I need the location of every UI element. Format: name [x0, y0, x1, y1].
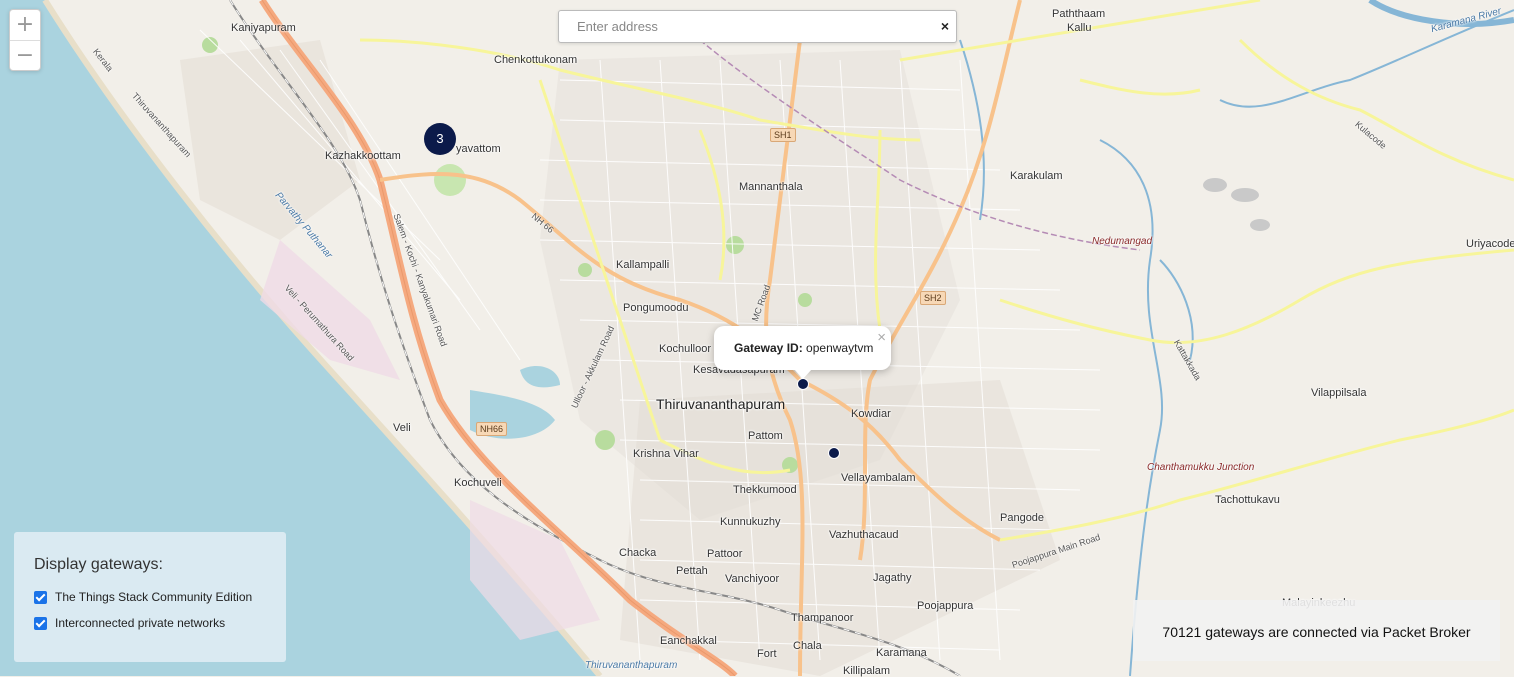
place-label: Paththaam	[1052, 8, 1106, 20]
zoom-control: + −	[9, 9, 41, 71]
place-label: Killipalam	[843, 665, 891, 677]
place-label: Chala	[793, 640, 822, 652]
place-label: Kochuveli	[454, 477, 502, 489]
place-label: Kazhakkoottam	[325, 150, 401, 162]
place-label: Jagathy	[873, 572, 912, 584]
place-label: Nedumangad	[1092, 236, 1153, 247]
address-search: ×	[558, 10, 957, 43]
place-label: Kowdiar	[851, 408, 891, 420]
filter-option-label: The Things Stack Community Edition	[55, 590, 253, 604]
place-label: Kunnukuzhy	[720, 516, 781, 528]
address-search-input[interactable]	[575, 11, 939, 42]
place-label: Veli	[393, 422, 411, 434]
place-label: Chacka	[619, 547, 657, 559]
gateway-count-text: 70121 gateways are connected via Packet …	[1162, 624, 1471, 640]
place-label: Pattom	[748, 430, 783, 442]
place-label: Chenkottukonam	[494, 54, 578, 66]
place-label: Thampanoor	[791, 612, 854, 624]
place-label: Tachottukavu	[1215, 494, 1280, 506]
checkbox-checked-icon[interactable]	[34, 590, 47, 604]
gateway-marker[interactable]	[828, 447, 840, 459]
place-label: Vanchiyoor	[725, 573, 780, 585]
place-label: Kallampalli	[616, 259, 670, 271]
place-label: Karakulam	[1010, 170, 1063, 182]
place-label: Krishna Vihar	[633, 448, 699, 460]
place-label: Kaniyapuram	[231, 22, 296, 34]
gateway-popup-content: Gateway ID: openwaytvm	[734, 341, 873, 355]
gateway-id-label: Gateway ID:	[734, 341, 803, 355]
place-label-city: Thiruvananthapuram	[656, 396, 786, 412]
filter-option-label: Interconnected private networks	[55, 616, 226, 630]
gateway-id-value: openwaytvm	[806, 341, 874, 355]
place-label: Vellayambalam	[841, 472, 916, 484]
place-label: Poojappura	[917, 600, 974, 612]
checkbox-checked-icon[interactable]	[34, 616, 47, 630]
zoom-out-button[interactable]: −	[10, 40, 40, 70]
place-label: Kochulloor	[659, 343, 711, 355]
popup-close-icon[interactable]: ×	[877, 329, 886, 346]
place-label: Pettah	[676, 565, 708, 577]
place-label: Vazhuthacaud	[829, 529, 899, 541]
road-shield: NH66	[476, 422, 508, 436]
place-label: Chanthamukku Junction	[1147, 462, 1255, 473]
place-label: Pattoor	[707, 548, 743, 560]
place-label: yavattom	[456, 143, 501, 155]
filter-option-community[interactable]: The Things Stack Community Edition	[34, 590, 252, 604]
zoom-in-button[interactable]: +	[10, 10, 40, 40]
place-label: Mannanthala	[739, 181, 803, 193]
gateway-count-box: 70121 gateways are connected via Packet …	[1133, 600, 1500, 661]
place-label: Thekkumood	[733, 484, 797, 496]
place-label: Eanchakkal	[660, 635, 717, 647]
place-label: Fort	[757, 648, 777, 660]
place-label: Uriyacode	[1466, 238, 1514, 250]
clear-search-icon[interactable]: ×	[941, 18, 949, 34]
road-shield: SH2	[920, 291, 946, 305]
place-label: Pongumoodu	[623, 302, 689, 314]
gateway-marker[interactable]	[797, 378, 809, 390]
place-label: Karamana	[876, 647, 927, 659]
place-label: Kallu	[1067, 22, 1092, 34]
gateway-cluster-marker[interactable]: 3	[424, 123, 456, 155]
filter-panel-title: Display gateways:	[34, 556, 163, 573]
place-label: Pangode	[1000, 512, 1045, 524]
gateway-popup: Gateway ID: openwaytvm ×	[714, 326, 891, 379]
filter-option-private[interactable]: Interconnected private networks	[34, 616, 225, 630]
gateway-filter-panel: Display gateways: The Things Stack Commu…	[14, 532, 286, 662]
road-shield: SH1	[770, 128, 796, 142]
water-label: Thiruvananthapuram	[585, 660, 678, 671]
place-label: Vilappilsala	[1311, 387, 1367, 399]
